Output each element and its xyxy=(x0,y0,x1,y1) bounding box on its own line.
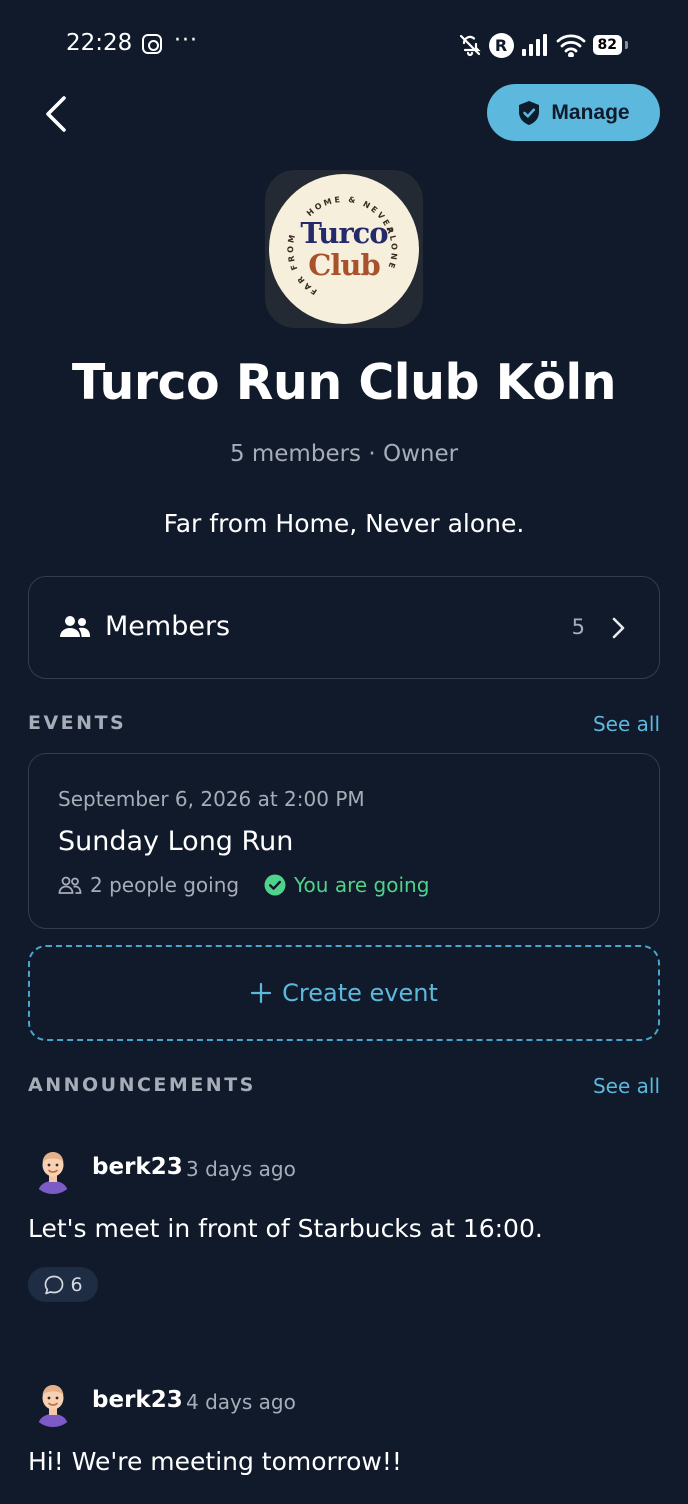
r-badge-icon: R xyxy=(488,32,514,58)
comments-button[interactable]: 6 xyxy=(28,1267,98,1302)
events-see-all-link[interactable]: See all xyxy=(593,712,660,736)
club-name: Turco Run Club Köln xyxy=(71,354,617,411)
announcements-see-all-link[interactable]: See all xyxy=(593,1074,660,1098)
post-text: Hi! We're meeting tomorrow!! xyxy=(28,1447,402,1476)
post-time: 3 days ago xyxy=(186,1157,296,1181)
club-logo: HOME & NEVER FAR FROM ALONE Turco Club xyxy=(265,170,423,328)
comment-icon xyxy=(45,1275,64,1294)
manage-button[interactable]: Manage xyxy=(487,84,660,141)
check-circle-icon xyxy=(264,874,286,896)
comment-count: 6 xyxy=(70,1273,83,1296)
manage-label: Manage xyxy=(551,100,630,124)
post-text: Let's meet in front of Starbucks at 16:0… xyxy=(28,1214,543,1243)
event-going-status: You are going xyxy=(264,873,429,897)
post-time: 4 days ago xyxy=(186,1390,296,1414)
club-meta: 5 members · Owner xyxy=(229,441,459,467)
members-count: 5 xyxy=(571,615,585,639)
event-title: Sunday Long Run xyxy=(58,826,294,857)
avatar[interactable] xyxy=(30,1148,76,1194)
event-date: September 6, 2026 at 2:00 PM xyxy=(58,787,365,811)
bell-off-icon xyxy=(459,34,481,57)
plus-icon xyxy=(251,982,272,1004)
event-people: 2 people going xyxy=(58,873,239,897)
event-card[interactable]: September 6, 2026 at 2:00 PM Sunday Long… xyxy=(28,753,660,929)
signal-icon xyxy=(521,34,547,56)
event-going-label: You are going xyxy=(294,873,430,897)
club-tagline: Far from Home, Never alone. xyxy=(163,509,525,538)
post-author[interactable]: berk23 xyxy=(92,1387,183,1413)
shield-check-icon xyxy=(519,100,540,125)
members-label: Members xyxy=(105,611,231,642)
create-event-button[interactable]: Create event xyxy=(28,945,660,1041)
avatar[interactable] xyxy=(30,1381,76,1427)
club-logo-text-turco: Turco xyxy=(300,216,388,250)
club-logo-badge: HOME & NEVER FAR FROM ALONE Turco Club xyxy=(269,174,419,324)
status-time: 22:28 xyxy=(66,30,133,56)
events-section-title: EVENTS xyxy=(28,712,127,734)
members-icon xyxy=(60,616,90,637)
instagram-icon xyxy=(142,34,162,54)
battery-indicator: 82 xyxy=(592,35,629,55)
wifi-icon xyxy=(556,34,585,57)
chevron-right-icon xyxy=(612,617,625,639)
club-logo-text-club: Club xyxy=(308,248,380,282)
create-event-label: Create event xyxy=(282,979,438,1007)
status-icons: R 82 xyxy=(458,32,629,58)
chevron-left-icon xyxy=(46,96,66,132)
people-icon xyxy=(58,876,82,894)
status-more-icon: ··· xyxy=(174,28,198,53)
back-button[interactable] xyxy=(36,92,76,136)
post-author[interactable]: berk23 xyxy=(92,1154,183,1180)
event-people-count: 2 people going xyxy=(90,873,240,897)
members-row[interactable]: Members 5 xyxy=(28,576,660,679)
announcements-section-title: ANNOUNCEMENTS xyxy=(28,1074,256,1096)
